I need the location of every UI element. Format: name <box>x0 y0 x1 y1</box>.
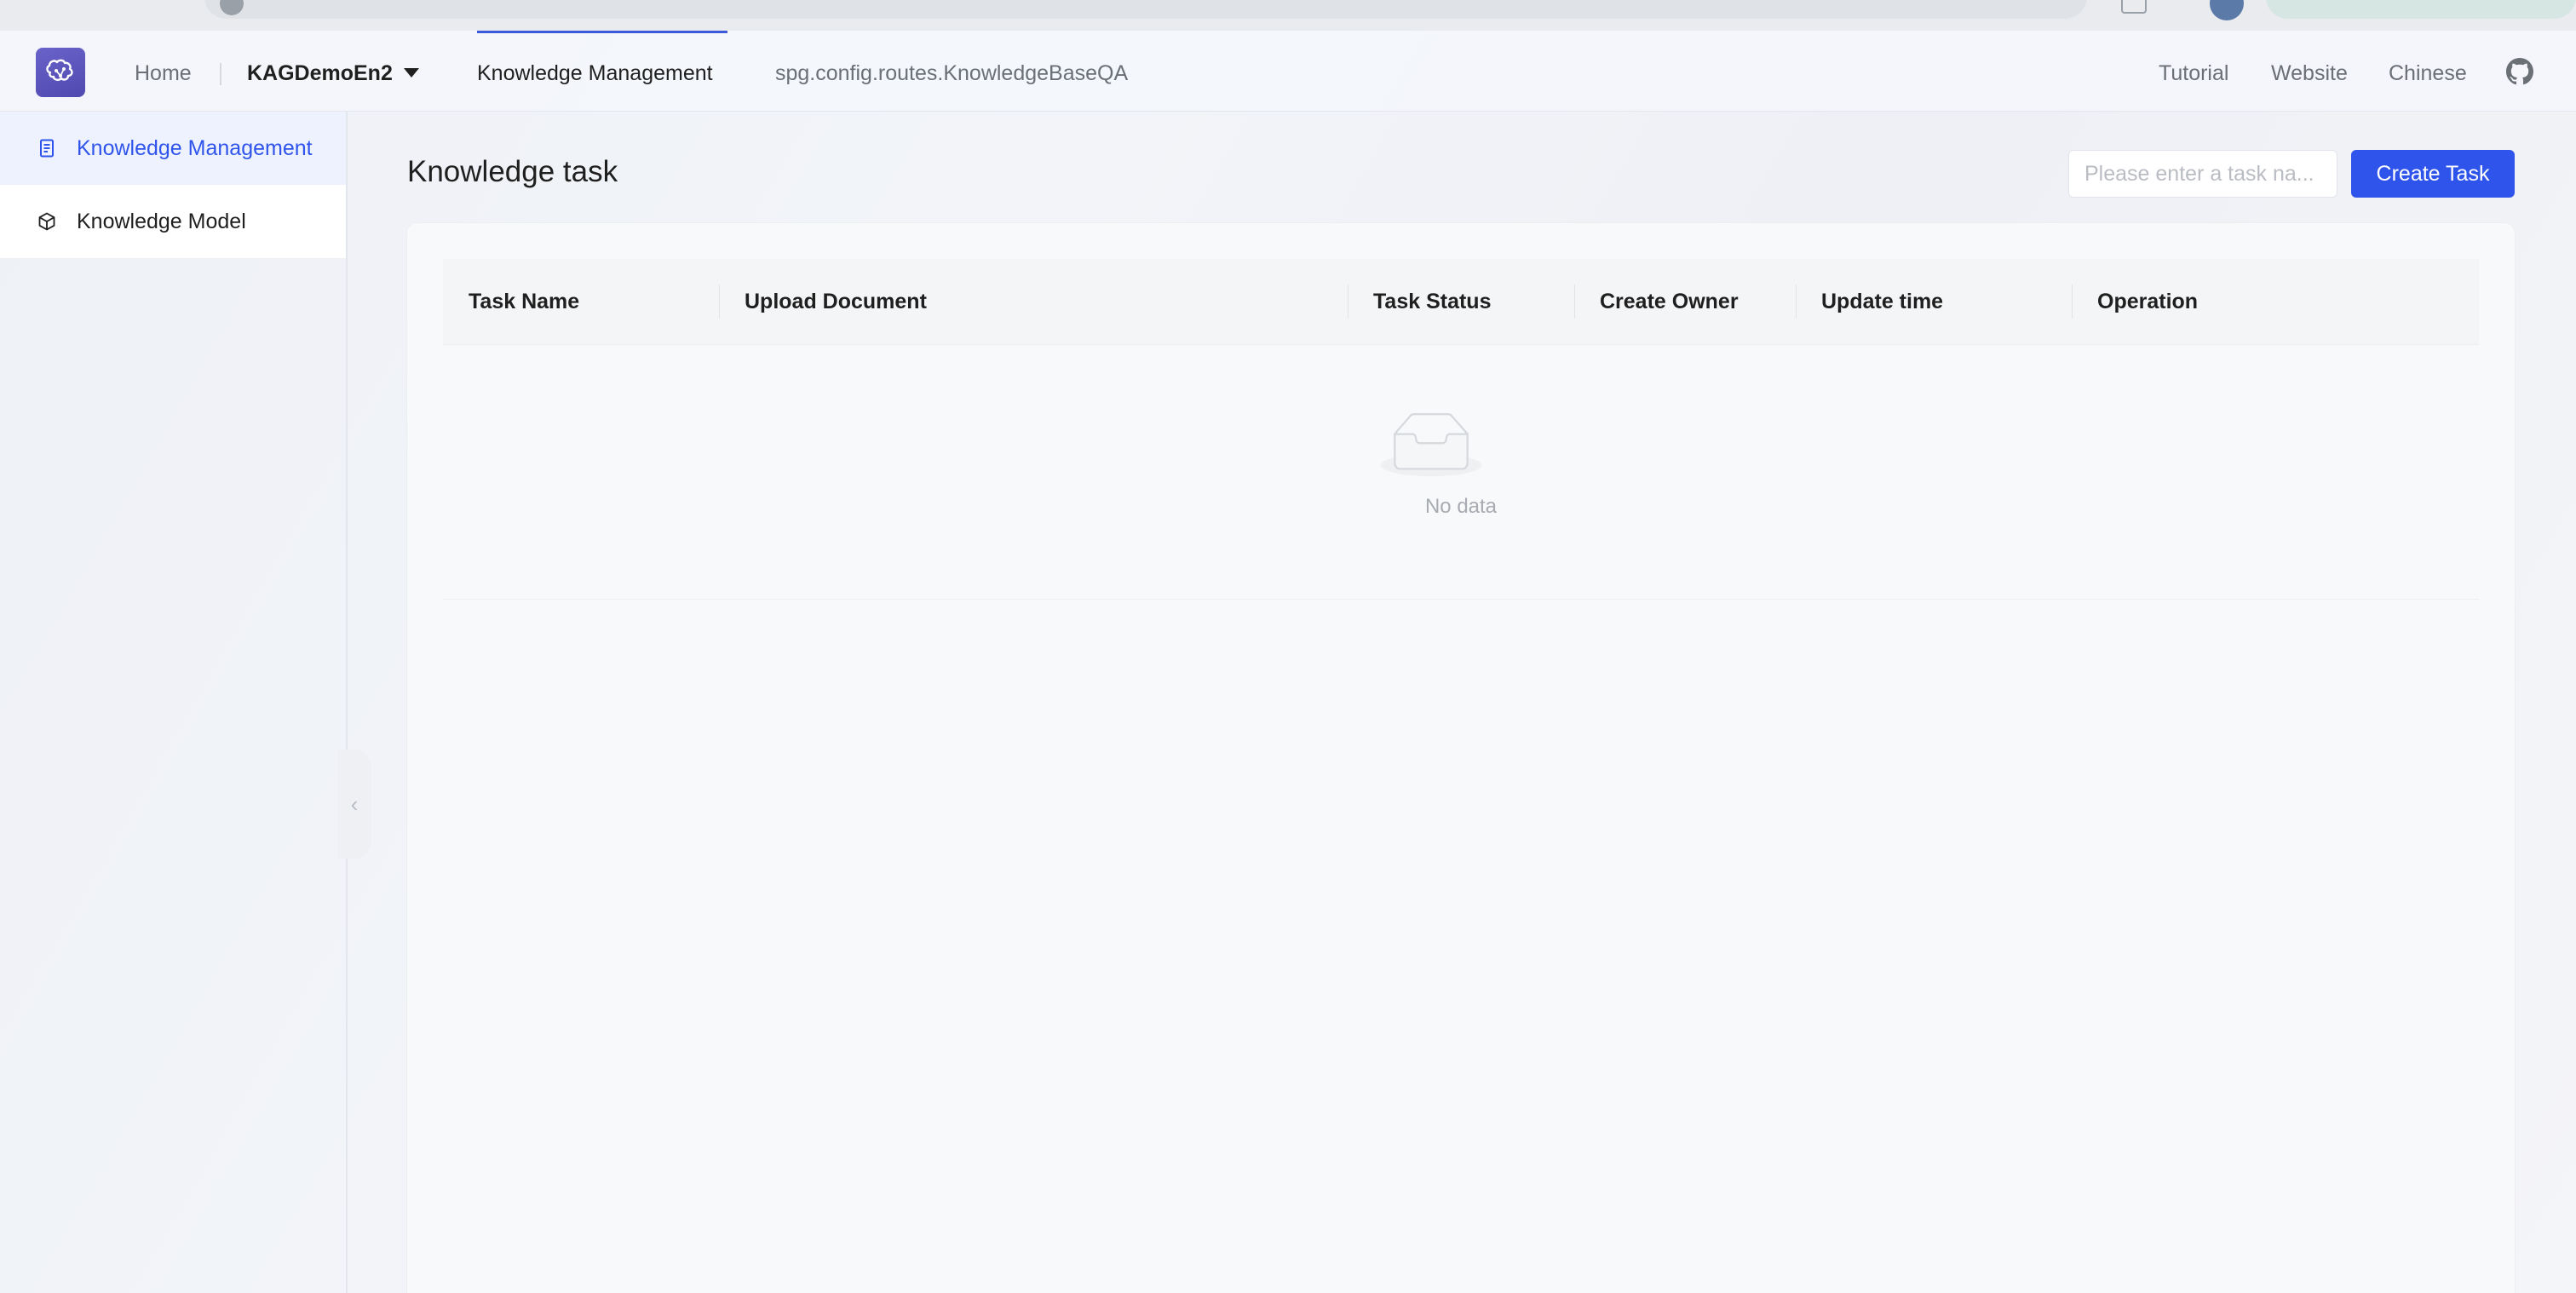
page-title: Knowledge task <box>407 155 618 188</box>
cube-icon <box>36 210 58 233</box>
column-header: Task Status <box>1348 259 1574 344</box>
table-header: Task Name Upload Document Task Status Cr… <box>443 259 2479 345</box>
empty-state: No data <box>443 345 2479 600</box>
brain-logo-icon <box>46 59 73 81</box>
nav-website[interactable]: Website <box>2271 59 2348 88</box>
column-header: Update time <box>1796 259 2072 344</box>
profile-avatar[interactable] <box>2210 0 2244 20</box>
create-task-button[interactable]: Create Task <box>2351 150 2515 198</box>
top-navigation: Home KAGDemoEn2 Knowledge Management spg… <box>0 31 2576 112</box>
chevron-left-icon: ‹ <box>350 790 359 817</box>
extensions-icon[interactable] <box>2121 0 2147 14</box>
project-selector[interactable]: KAGDemoEn2 <box>247 59 393 88</box>
language-switch[interactable]: Chinese <box>2389 59 2467 88</box>
sidebar-item-label: Knowledge Management <box>77 135 313 160</box>
empty-inbox-icon <box>1380 413 1482 477</box>
sidebar-collapse-handle[interactable]: ‹ <box>337 750 371 859</box>
sidebar-item-label: Knowledge Model <box>77 209 246 233</box>
browser-action-pill[interactable] <box>2266 0 2576 19</box>
nav-tutorial[interactable]: Tutorial <box>2159 59 2228 88</box>
tab-knowledge-management[interactable]: Knowledge Management <box>477 59 713 88</box>
task-card: Task Name Upload Document Task Status Cr… <box>407 223 2515 1293</box>
column-header: Upload Document <box>719 259 1348 344</box>
task-table: Task Name Upload Document Task Status Cr… <box>443 259 2479 600</box>
column-header: Task Name <box>469 289 580 313</box>
column-header: Operation <box>2072 259 2479 344</box>
document-icon <box>36 137 58 159</box>
tab-knowledge-base-qa[interactable]: spg.config.routes.KnowledgeBaseQA <box>775 59 1128 88</box>
browser-toolbar <box>0 0 2576 31</box>
sidebar: Knowledge Management Knowledge Model <box>0 112 348 1293</box>
sidebar-item-knowledge-management[interactable]: Knowledge Management <box>0 112 346 185</box>
app-logo[interactable] <box>36 48 85 97</box>
sidebar-menu: Knowledge Management Knowledge Model <box>0 112 346 258</box>
nav-divider <box>220 63 221 85</box>
task-search-input[interactable] <box>2068 150 2337 198</box>
sidebar-item-knowledge-model[interactable]: Knowledge Model <box>0 185 346 258</box>
column-header: Create Owner <box>1574 259 1796 344</box>
nav-home[interactable]: Home <box>135 59 192 88</box>
address-bar[interactable] <box>204 0 2087 19</box>
github-icon[interactable] <box>2506 58 2533 85</box>
empty-text: No data <box>1424 495 1498 518</box>
active-tab-indicator <box>477 31 727 33</box>
caret-down-icon[interactable] <box>404 68 419 78</box>
